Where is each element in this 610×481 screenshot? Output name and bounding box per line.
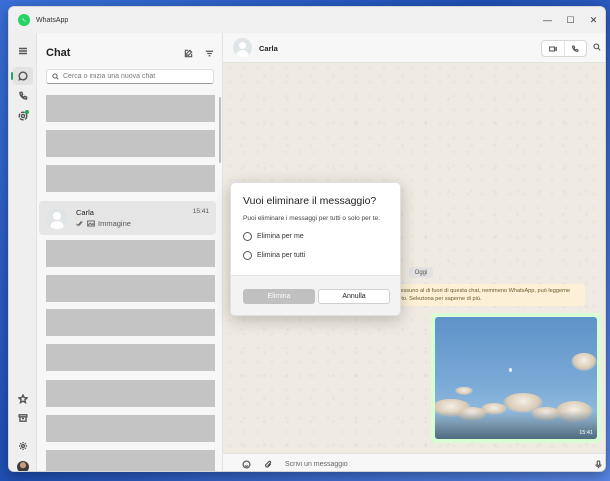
conversation-header[interactable]: Carla	[223, 33, 605, 63]
dialog-title: Vuoi eliminare il messaggio?	[243, 195, 377, 207]
chat-list-scrollbar[interactable]	[219, 97, 221, 163]
maximize-icon: ☐	[566, 14, 575, 25]
message-time: 15:41	[579, 430, 593, 436]
moon-in-photo	[509, 368, 512, 372]
dialog-footer: Elimina Annulla	[231, 275, 400, 315]
chat-list-item-redacted[interactable]	[46, 344, 215, 371]
whatsapp-window: WhatsApp — ☐ ✕ Chat Cerca o inizia una n…	[8, 6, 606, 472]
title-bar: WhatsApp — ☐ ✕	[9, 7, 605, 33]
status-unread-dot	[25, 110, 29, 114]
video-camera-icon	[549, 45, 557, 52]
contact-avatar-icon	[46, 207, 68, 229]
chat-list-item-redacted[interactable]	[46, 130, 215, 157]
chat-list-item-redacted[interactable]	[46, 275, 215, 302]
filter-button[interactable]	[202, 46, 216, 60]
image-icon	[87, 220, 95, 227]
sidebar-title: Chat	[46, 47, 71, 59]
calls-button[interactable]	[13, 87, 33, 105]
contact-name[interactable]: Carla	[259, 44, 278, 53]
option-delete-for-all[interactable]: Elimina per tutti	[243, 251, 305, 260]
encryption-notice[interactable]: i. Nessuno al di fuori di questa chat, n…	[387, 284, 585, 306]
starred-button[interactable]	[13, 390, 33, 408]
profile-avatar[interactable]	[17, 461, 29, 471]
new-chat-icon	[184, 49, 192, 57]
message-input[interactable]	[285, 458, 565, 470]
archive-icon	[18, 414, 28, 422]
chat-list-item-redacted[interactable]	[46, 309, 215, 336]
emoji-icon	[241, 459, 251, 469]
option-delete-for-me[interactable]: Elimina per me	[243, 232, 304, 241]
whatsapp-logo-icon	[18, 14, 30, 26]
calls-icon	[19, 91, 28, 100]
chat-item-time: 15:41	[192, 208, 209, 215]
menu-button[interactable]	[13, 42, 33, 60]
chat-item-name: Carla	[76, 208, 94, 217]
radio-delete-for-me[interactable]	[243, 232, 252, 241]
phone-icon	[572, 44, 580, 52]
radio-delete-for-all[interactable]	[243, 251, 252, 260]
chat-item-preview-text: Immagine	[98, 219, 131, 228]
chat-list-item-redacted[interactable]	[46, 95, 215, 122]
double-check-icon	[76, 221, 83, 227]
status-button[interactable]	[13, 107, 33, 125]
maximize-button[interactable]: ☐	[559, 7, 582, 33]
sky-photo[interactable]: 15:41	[435, 317, 597, 439]
delete-message-dialog: Vuoi eliminare il messaggio? Puoi elimin…	[230, 182, 401, 316]
microphone-icon	[594, 459, 602, 468]
filter-icon	[205, 50, 213, 56]
emoji-button[interactable]	[241, 459, 251, 469]
contact-avatar-icon[interactable]	[233, 38, 252, 57]
image-message-bubble[interactable]: 15:41	[431, 313, 601, 443]
delete-button[interactable]: Elimina	[243, 289, 315, 304]
conversation-search-button[interactable]	[593, 43, 603, 53]
option-delete-for-all-label: Elimina per tutti	[257, 252, 306, 259]
minimize-icon: —	[543, 15, 552, 25]
video-call-button[interactable]	[542, 41, 564, 56]
voice-message-button[interactable]	[593, 459, 603, 469]
settings-icon	[19, 442, 27, 450]
navigation-rail	[9, 33, 37, 471]
chat-list-item-redacted[interactable]	[46, 240, 215, 267]
menu-icon	[19, 47, 27, 55]
chat-list-item-redacted[interactable]	[46, 165, 215, 192]
minimize-button[interactable]: —	[536, 7, 559, 33]
call-buttons	[541, 40, 587, 57]
archive-button[interactable]	[13, 409, 33, 427]
search-input[interactable]	[63, 73, 213, 80]
chats-icon	[18, 71, 28, 81]
chat-list-item-selected[interactable]: Carla 15:41 Immagine	[39, 201, 216, 235]
close-button[interactable]: ✕	[582, 7, 605, 33]
dialog-description: Puoi eliminare i messaggi per tutti o so…	[243, 215, 380, 222]
voice-call-button[interactable]	[563, 41, 586, 56]
search-box[interactable]	[46, 69, 214, 84]
chat-item-preview: Immagine	[76, 219, 131, 228]
search-icon	[593, 43, 601, 51]
date-chip: Oggi	[409, 267, 433, 278]
option-delete-for-me-label: Elimina per me	[257, 233, 304, 240]
new-chat-button[interactable]	[181, 46, 195, 60]
chat-list-item-redacted[interactable]	[46, 380, 215, 407]
chat-sidebar: Chat Carla 15:41	[37, 33, 223, 471]
paperclip-icon	[264, 460, 271, 468]
chats-button[interactable]	[11, 67, 33, 85]
starred-icon	[18, 394, 28, 404]
attach-button[interactable]	[263, 459, 273, 469]
settings-button[interactable]	[13, 437, 33, 455]
search-icon	[52, 73, 59, 80]
photo-horizon	[435, 411, 597, 439]
chat-list-item-redacted[interactable]	[46, 415, 215, 442]
cancel-button[interactable]: Annulla	[318, 289, 390, 304]
app-title: WhatsApp	[36, 16, 69, 24]
close-icon: ✕	[589, 14, 598, 25]
message-composer	[223, 453, 605, 471]
chat-list-item-redacted[interactable]	[46, 450, 215, 471]
window-controls: — ☐ ✕	[536, 7, 605, 33]
